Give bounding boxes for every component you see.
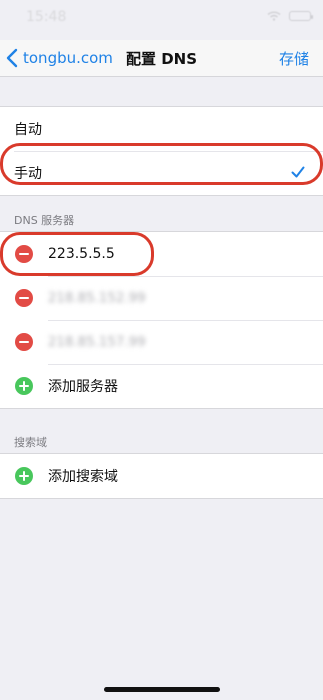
dns-servers-group: 223.5.5.5 218.85.152.99 218.85.157.99 添加… [0,231,323,409]
add-search-domain-label: 添加搜索域 [48,469,118,485]
dns-mode-auto-label: 自动 [14,122,42,138]
dns-server-address[interactable]: 223.5.5.5 [48,246,115,262]
back-label: tongbu.com [23,49,113,67]
dns-server-row[interactable]: 218.85.152.99 [0,276,323,320]
add-server-row[interactable]: 添加服务器 [0,364,323,408]
navigation-bar: tongbu.com 配置 DNS 存储 [0,40,323,77]
search-domains-header: 搜索域 [14,436,47,449]
checkmark-icon [291,166,305,178]
add-icon[interactable] [14,466,34,486]
dns-server-address[interactable]: 218.85.157.99 [48,335,146,350]
add-icon[interactable] [14,376,34,396]
status-bar: 15:48 [0,0,323,40]
back-button[interactable]: tongbu.com [6,45,113,71]
status-time: 15:48 [26,9,67,25]
add-server-label: 添加服务器 [48,379,118,395]
dns-server-row[interactable]: 223.5.5.5 [0,232,323,276]
delete-icon[interactable] [14,244,34,264]
save-button[interactable]: 存储 [279,48,309,69]
dns-mode-manual-row[interactable]: 手动 [0,151,323,195]
add-search-domain-row[interactable]: 添加搜索域 [0,454,323,498]
dns-servers-header: DNS 服务器 [14,214,75,227]
dns-server-row[interactable]: 218.85.157.99 [0,320,323,364]
wifi-icon [267,11,281,21]
home-indicator [104,687,220,692]
dns-mode-manual-label: 手动 [14,166,42,182]
dns-mode-auto-row[interactable]: 自动 [0,107,323,151]
dns-mode-group: 自动 手动 [0,106,323,196]
search-domains-group: 添加搜索域 [0,453,323,499]
chevron-left-icon [6,48,18,68]
delete-icon[interactable] [14,332,34,352]
dns-server-address[interactable]: 218.85.152.99 [48,291,146,306]
delete-icon[interactable] [14,288,34,308]
battery-icon [289,11,313,21]
status-icons [267,11,313,21]
